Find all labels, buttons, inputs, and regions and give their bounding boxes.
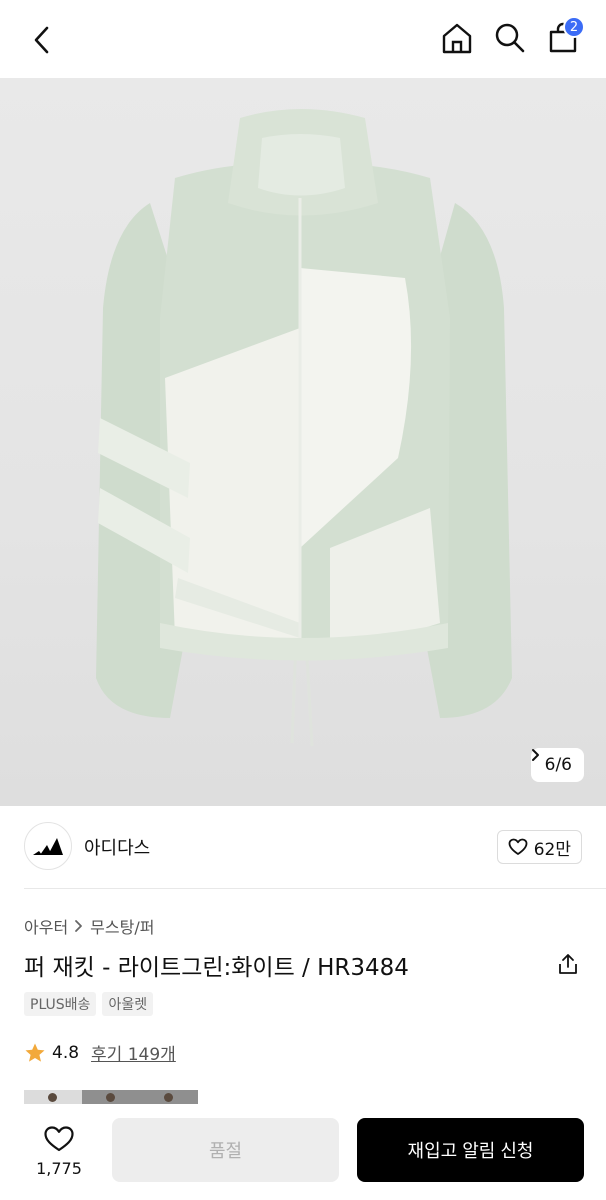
sold-out-button: 품절: [112, 1118, 339, 1182]
cart-button[interactable]: 2: [543, 16, 585, 58]
back-button[interactable]: [22, 20, 62, 60]
bottom-action-bar: 1,775 품절 재입고 알림 신청: [0, 1104, 606, 1200]
breadcrumb-item[interactable]: 아우터: [24, 914, 68, 938]
product-title: 퍼 재킷 - 라이트그린:화이트 / HR3484: [24, 955, 409, 981]
tag-outlet: 아울렛: [102, 992, 154, 1016]
reviews-link[interactable]: 후기 149개: [91, 1040, 176, 1065]
heart-icon: [44, 1125, 74, 1151]
cart-count-badge: 2: [563, 16, 585, 38]
restock-alert-button[interactable]: 재입고 알림 신청: [357, 1118, 584, 1182]
share-icon: [559, 954, 577, 974]
wishlist-count: 1,775: [36, 1158, 82, 1178]
image-counter-text: 6/6: [544, 755, 572, 775]
review-thumbnail[interactable]: [82, 1090, 140, 1104]
product-tags: PLUS배송 아울렛: [24, 992, 154, 1016]
share-button[interactable]: [554, 950, 582, 978]
chevron-right-icon: [531, 749, 539, 761]
rating-row: 4.8 후기 149개: [24, 1040, 176, 1065]
image-counter-button[interactable]: 6/6: [530, 748, 584, 782]
brand-name[interactable]: 아디다스: [84, 834, 150, 860]
chevron-left-icon: [34, 26, 49, 54]
wishlist-button[interactable]: 1,775: [24, 1118, 94, 1184]
tag-plus-delivery: PLUS배송: [24, 992, 97, 1016]
review-thumbnail[interactable]: [24, 1090, 82, 1104]
home-icon: [442, 23, 472, 54]
heart-icon: [508, 838, 528, 855]
brand-row: 아디다스 62만: [0, 806, 606, 890]
product-image-gallery[interactable]: 6/6: [0, 78, 606, 806]
search-icon: [495, 23, 525, 53]
brand-like-count: 62만: [533, 839, 571, 860]
chevron-right-icon: [75, 920, 83, 932]
brand-like-button[interactable]: 62만: [496, 830, 582, 864]
breadcrumb: 아우터 무스탕/퍼: [24, 914, 154, 938]
rating-score: 4.8: [52, 1042, 80, 1063]
review-thumbnail[interactable]: [140, 1090, 198, 1104]
search-button[interactable]: [490, 18, 530, 58]
adidas-logo-icon: [33, 838, 63, 855]
divider: [24, 888, 606, 889]
star-icon: [25, 1043, 45, 1062]
review-photo-strip[interactable]: [24, 1090, 200, 1104]
top-navigation-bar: 2: [0, 0, 606, 78]
home-button[interactable]: [437, 18, 477, 58]
product-image-fur-jacket: [96, 109, 512, 747]
brand-logo[interactable]: [24, 822, 72, 870]
breadcrumb-item[interactable]: 무스탕/퍼: [90, 914, 154, 938]
